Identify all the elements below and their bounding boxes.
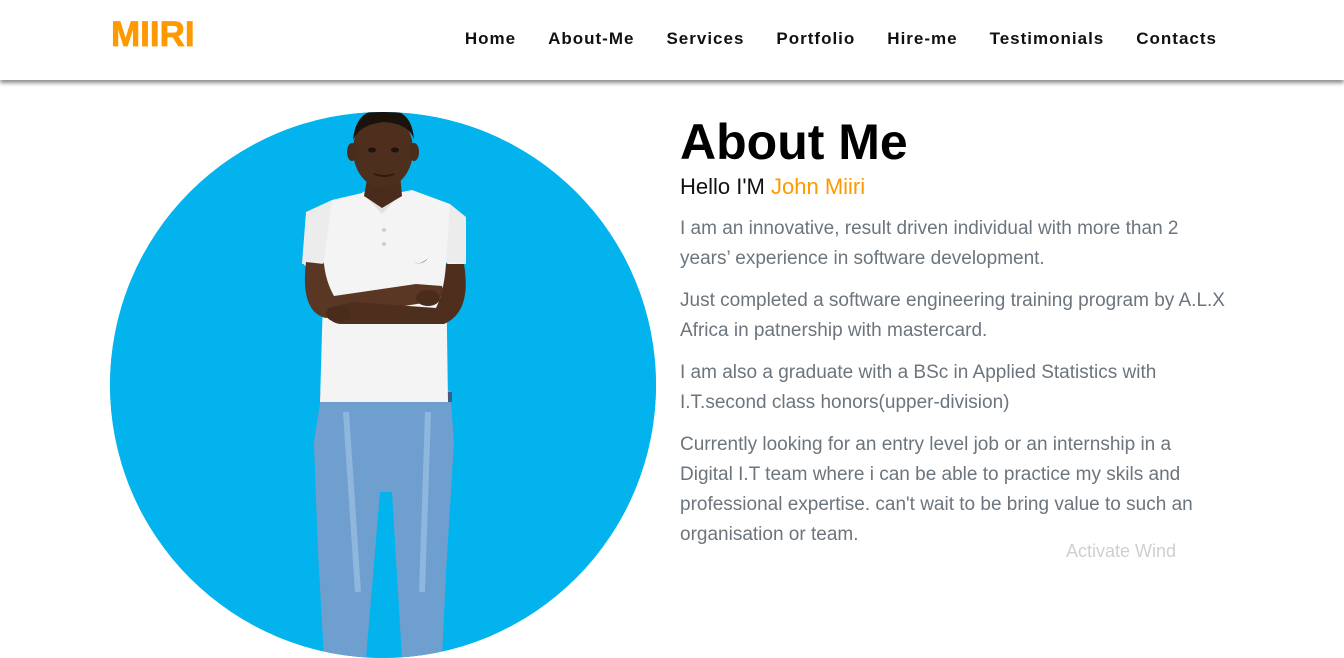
- nav-link-hire-me[interactable]: Hire-me: [887, 28, 957, 50]
- about-paragraph-3: I am also a graduate with a BSc in Appli…: [680, 362, 1157, 413]
- nav-link-services[interactable]: Services: [666, 28, 744, 50]
- nav-link-portfolio[interactable]: Portfolio: [776, 28, 855, 50]
- nav-link-home[interactable]: Home: [465, 28, 516, 50]
- about-title: About Me: [680, 114, 908, 170]
- navbar: MIIRI Home About-Me Services Portfolio H…: [0, 0, 1344, 80]
- profile-photo-illustration: [110, 112, 656, 658]
- about-paragraph-1: I am an innovative, result driven indivi…: [680, 218, 1179, 269]
- nav-link-testimonials[interactable]: Testimonials: [990, 28, 1105, 50]
- site-logo[interactable]: MIIRI: [111, 15, 195, 55]
- about-paragraph-2: Just completed a software engineering tr…: [680, 290, 1225, 341]
- nav-link-contacts[interactable]: Contacts: [1136, 28, 1217, 50]
- about-paragraph-4: Currently looking for an entry level job…: [680, 434, 1193, 545]
- about-greeting: Hello I'M John Miiri: [680, 172, 1225, 202]
- nav-link-about-me[interactable]: About-Me: [548, 28, 634, 50]
- greeting-name: John Miiri: [771, 174, 866, 199]
- nav-menu: Home About-Me Services Portfolio Hire-me…: [465, 28, 1217, 50]
- about-section: About Me Hello I'M John Miiri I am an in…: [680, 114, 1225, 550]
- activate-windows-watermark: Activate Wind: [1066, 541, 1177, 561]
- profile-photo: [110, 112, 656, 658]
- greeting-prefix: Hello I'M: [680, 174, 771, 199]
